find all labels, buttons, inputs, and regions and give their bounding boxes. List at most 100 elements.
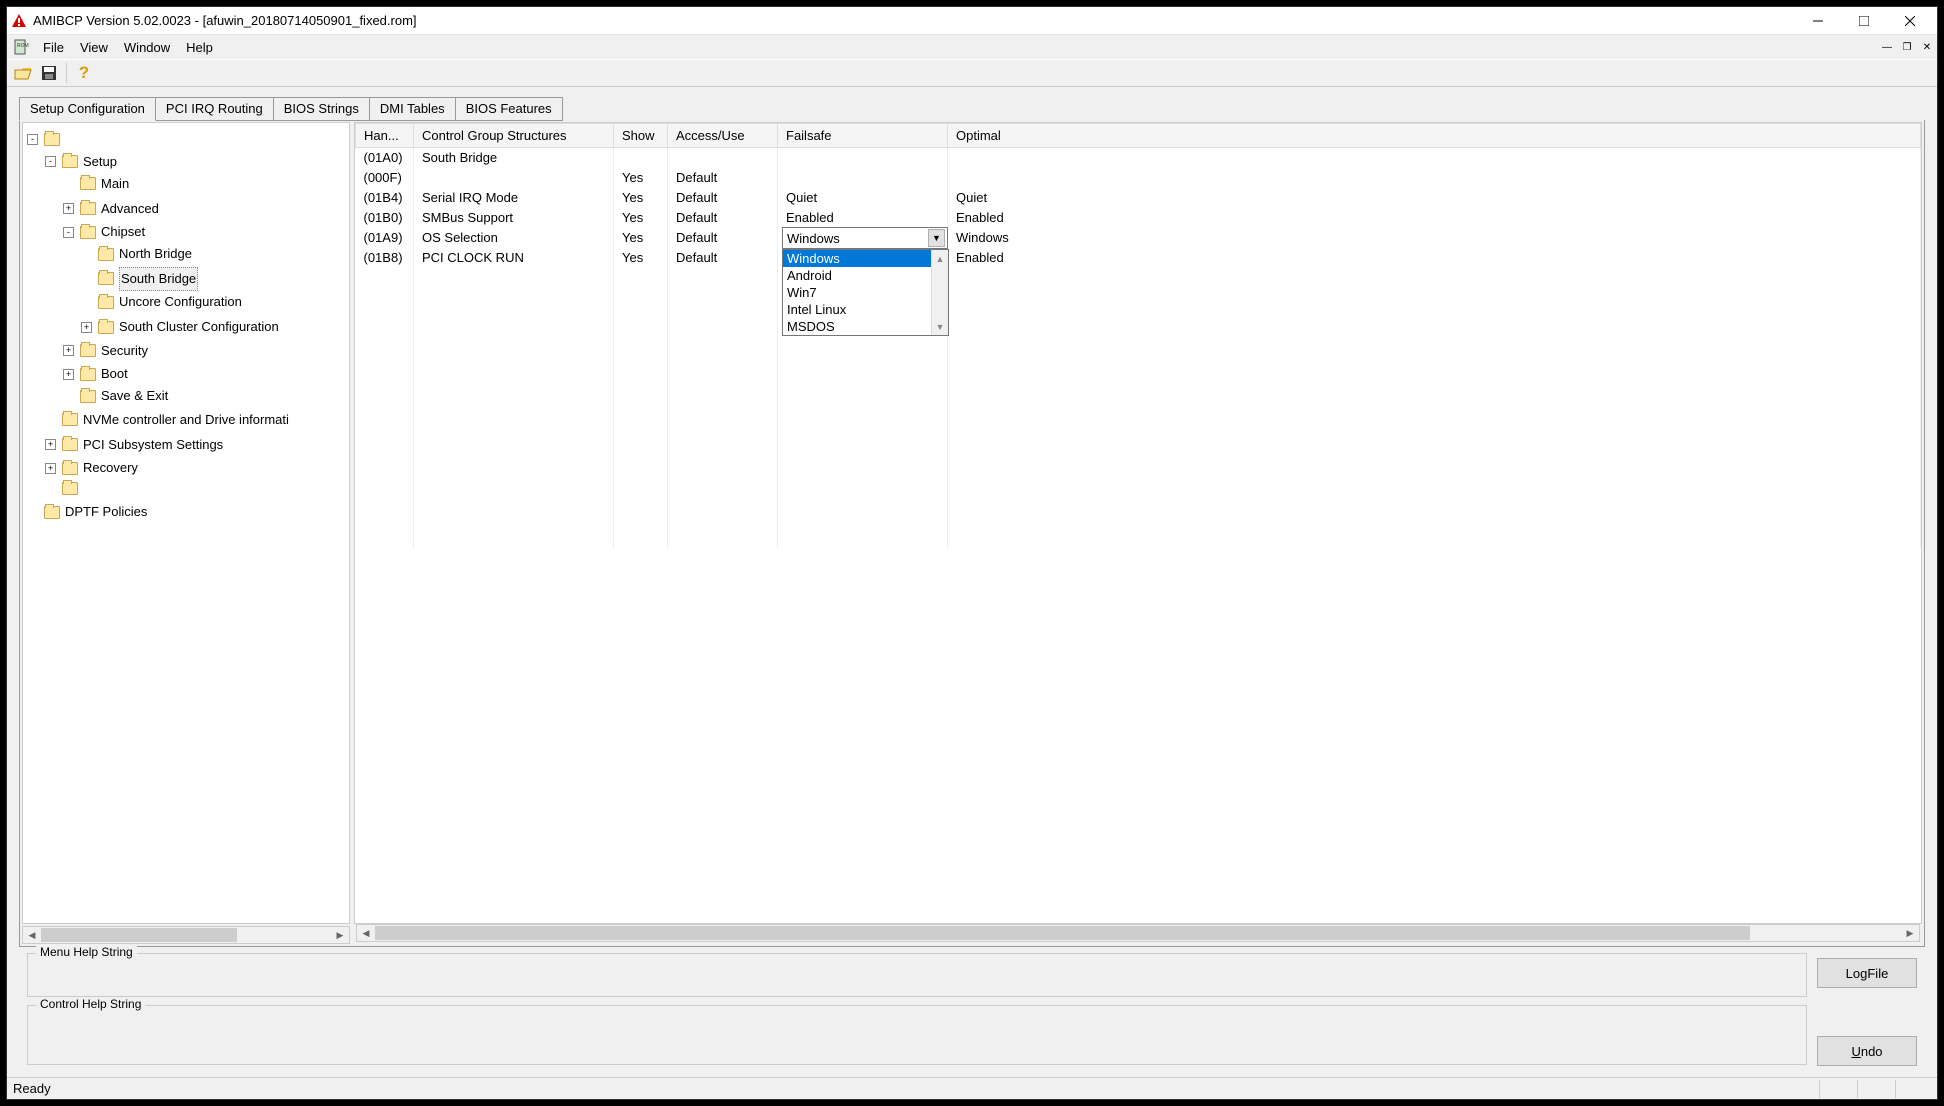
logfile-button[interactable]: LogFile xyxy=(1817,958,1917,988)
menu-file[interactable]: File xyxy=(35,40,72,55)
col-optimal[interactable]: Optimal xyxy=(948,124,1921,148)
cell-cgs[interactable]: Serial IRQ Mode xyxy=(414,188,614,208)
cell-fail[interactable] xyxy=(778,148,948,168)
dropdown-option[interactable]: Windows xyxy=(783,250,931,267)
cell-cgs[interactable]: South Bridge xyxy=(414,148,614,168)
cell-access[interactable] xyxy=(668,148,778,168)
scroll-right-icon[interactable]: ▶ xyxy=(1901,928,1919,939)
table-row[interactable]: (01B8)PCI CLOCK RUNYesDefault Enabled xyxy=(356,248,1921,268)
cell-han[interactable]: (01A0) xyxy=(356,148,414,168)
expander-icon[interactable]: + xyxy=(63,203,74,214)
dropdown-option[interactable]: Intel Linux xyxy=(783,301,931,318)
grid-hscrollbar[interactable]: ◀ ▶ xyxy=(356,924,1920,942)
table-row[interactable]: (01A9)OS SelectionYesDefaultWindows xyxy=(356,228,1921,248)
table-row[interactable]: (01B0)SMBus SupportYesDefaultEnabledEnab… xyxy=(356,208,1921,228)
dropdown-scrollbar[interactable]: ▲ ▼ xyxy=(931,250,948,335)
tree-hscrollbar[interactable]: ◀ ▶ xyxy=(22,926,350,944)
mdi-restore-button[interactable]: ❐ xyxy=(1897,38,1917,56)
expander-icon[interactable]: + xyxy=(63,345,74,356)
close-button[interactable] xyxy=(1887,7,1933,35)
scroll-up-icon[interactable]: ▲ xyxy=(932,250,948,267)
cell-han[interactable]: (01B4) xyxy=(356,188,414,208)
cell-access[interactable]: Default xyxy=(668,248,778,268)
expander-icon[interactable]: + xyxy=(81,322,92,333)
cell-opt[interactable]: Enabled xyxy=(948,248,1921,268)
scroll-left-icon[interactable]: ◀ xyxy=(357,928,375,939)
dropdown-option[interactable]: MSDOS xyxy=(783,318,931,335)
expander-icon[interactable]: + xyxy=(63,369,74,380)
scroll-left-icon[interactable]: ◀ xyxy=(23,930,41,941)
cell-show[interactable]: Yes xyxy=(614,228,668,248)
menu-window[interactable]: Window xyxy=(116,40,178,55)
tree-node-dptf[interactable]: DPTF Policies xyxy=(65,501,147,523)
navigation-tree[interactable]: - - Setup Main + Advanced - Chipset xyxy=(22,122,350,924)
scroll-right-icon[interactable]: ▶ xyxy=(331,930,349,941)
cell-han[interactable]: (01A9) xyxy=(356,228,414,248)
expander-icon[interactable]: - xyxy=(45,156,56,167)
cell-han[interactable]: (01B8) xyxy=(356,248,414,268)
expander-icon[interactable]: - xyxy=(63,227,74,238)
cell-fail[interactable] xyxy=(778,168,948,188)
tree-node-nvme[interactable]: NVMe controller and Drive informati xyxy=(83,409,289,431)
tree-node-main[interactable]: Main xyxy=(101,173,129,195)
cell-cgs[interactable]: PCI CLOCK RUN xyxy=(414,248,614,268)
menu-view[interactable]: View xyxy=(72,40,116,55)
cell-opt[interactable] xyxy=(948,168,1921,188)
tree-node-setup[interactable]: Setup xyxy=(83,151,117,173)
tree-node-security[interactable]: Security xyxy=(101,340,148,362)
cell-opt[interactable]: Windows xyxy=(948,228,1921,248)
tree-node-north-bridge[interactable]: North Bridge xyxy=(119,243,192,265)
mdi-close-button[interactable]: ✕ xyxy=(1917,38,1937,56)
expander-icon[interactable]: + xyxy=(45,439,56,450)
menu-help[interactable]: Help xyxy=(178,40,221,55)
scroll-down-icon[interactable]: ▼ xyxy=(932,318,948,335)
cell-fail[interactable]: Quiet xyxy=(778,188,948,208)
tree-node-uncore[interactable]: Uncore Configuration xyxy=(119,291,242,313)
mdi-minimize-button[interactable]: — xyxy=(1877,38,1897,56)
cell-han[interactable]: (01B0) xyxy=(356,208,414,228)
failsafe-combobox[interactable]: Windows ▼ xyxy=(782,227,948,249)
table-row[interactable]: (000F)YesDefault xyxy=(356,168,1921,188)
settings-grid[interactable]: Han... Control Group Structures Show Acc… xyxy=(354,122,1922,924)
cell-show[interactable]: Yes xyxy=(614,168,668,188)
dropdown-option[interactable]: Win7 xyxy=(783,284,931,301)
cell-opt[interactable]: Enabled xyxy=(948,208,1921,228)
cell-access[interactable]: Default xyxy=(668,208,778,228)
col-handle[interactable]: Han... xyxy=(356,124,414,148)
dropdown-option[interactable]: Android xyxy=(783,267,931,284)
col-control-group[interactable]: Control Group Structures xyxy=(414,124,614,148)
cell-show[interactable]: Yes xyxy=(614,188,668,208)
cell-show[interactable] xyxy=(614,148,668,168)
tab-pci-irq-routing[interactable]: PCI IRQ Routing xyxy=(155,97,274,121)
tree-node-pci-subsystem[interactable]: PCI Subsystem Settings xyxy=(83,434,223,456)
tree-node-boot[interactable]: Boot xyxy=(101,363,128,385)
tab-dmi-tables[interactable]: DMI Tables xyxy=(369,97,456,121)
expander-icon[interactable]: - xyxy=(27,134,38,145)
tree-node-recovery[interactable]: Recovery xyxy=(83,457,138,479)
tree-node-south-cluster[interactable]: South Cluster Configuration xyxy=(119,316,279,338)
tree-node-chipset[interactable]: Chipset xyxy=(101,221,145,243)
tree-node-advanced[interactable]: Advanced xyxy=(101,198,159,220)
maximize-button[interactable] xyxy=(1841,7,1887,35)
cell-show[interactable]: Yes xyxy=(614,248,668,268)
undo-button[interactable]: Undo xyxy=(1817,1036,1917,1066)
cell-access[interactable]: Default xyxy=(668,188,778,208)
col-failsafe[interactable]: Failsafe xyxy=(778,124,948,148)
cell-access[interactable]: Default xyxy=(668,168,778,188)
cell-cgs[interactable]: OS Selection xyxy=(414,228,614,248)
open-button[interactable] xyxy=(11,61,35,85)
expander-icon[interactable]: + xyxy=(45,463,56,474)
cell-fail[interactable]: Enabled xyxy=(778,208,948,228)
cell-opt[interactable]: Quiet xyxy=(948,188,1921,208)
failsafe-dropdown[interactable]: WindowsAndroidWin7Intel LinuxMSDOS ▲ ▼ xyxy=(782,249,949,336)
tree-node-south-bridge[interactable]: South Bridge xyxy=(119,267,198,291)
cell-cgs[interactable] xyxy=(414,168,614,188)
cell-show[interactable]: Yes xyxy=(614,208,668,228)
save-button[interactable] xyxy=(37,61,61,85)
help-button[interactable]: ? xyxy=(72,61,96,85)
col-show[interactable]: Show xyxy=(614,124,668,148)
table-row[interactable]: (01A0)South Bridge xyxy=(356,148,1921,168)
cell-opt[interactable] xyxy=(948,148,1921,168)
col-access[interactable]: Access/Use xyxy=(668,124,778,148)
table-row[interactable]: (01B4)Serial IRQ ModeYesDefaultQuietQuie… xyxy=(356,188,1921,208)
